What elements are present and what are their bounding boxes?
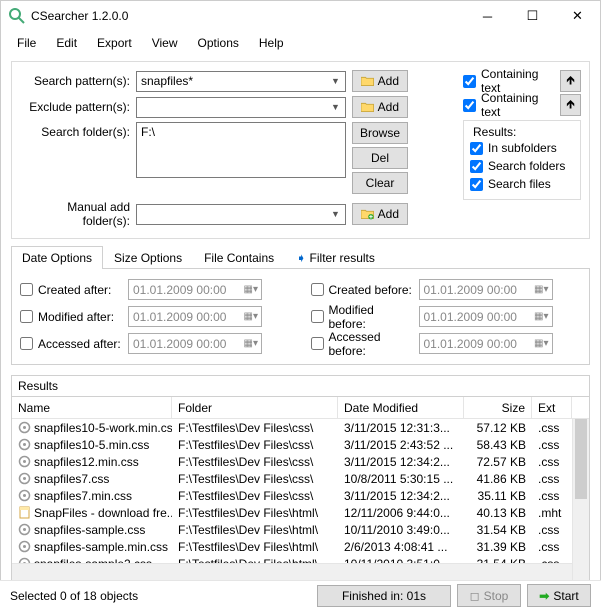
tab-file-contains[interactable]: File Contains xyxy=(193,246,285,269)
menu-view[interactable]: View xyxy=(142,33,188,53)
folder-icon xyxy=(361,101,374,113)
results-legend: Results: xyxy=(470,125,519,139)
accessed-before-check[interactable]: Accessed before: xyxy=(311,335,413,353)
results-panel: Results Name Folder Date Modified Size E… xyxy=(11,375,590,581)
col-name[interactable]: Name xyxy=(12,397,172,418)
search-files-check[interactable]: Search files xyxy=(470,175,574,193)
horizontal-scrollbar[interactable] xyxy=(12,563,589,580)
exclude-pattern-input[interactable]: ▼ xyxy=(136,97,346,118)
calendar-icon: ▦▾ xyxy=(244,338,258,349)
date-options-body: Created after: 01.01.2009 00:00▦▾ Created… xyxy=(11,269,590,365)
start-button[interactable]: ➡Start xyxy=(527,584,591,607)
filter-icon: ➧ xyxy=(296,251,306,265)
status-finished: Finished in: 01s xyxy=(317,585,451,607)
calendar-icon: ▦▾ xyxy=(534,284,548,295)
chevron-down-icon: ▼ xyxy=(328,76,343,86)
clear-button[interactable]: Clear xyxy=(352,172,408,194)
modified-after-input[interactable]: 01.01.2009 00:00▦▾ xyxy=(128,306,262,327)
table-row[interactable]: snapfiles-sample.cssF:\Testfiles\Dev Fil… xyxy=(12,521,589,538)
containing-text-check-2[interactable]: Containing text xyxy=(463,96,556,114)
folder-plus-icon xyxy=(361,208,374,220)
maximize-button[interactable]: ☐ xyxy=(510,2,555,30)
table-header: Name Folder Date Modified Size Ext xyxy=(12,397,589,419)
titlebar: CSearcher 1.2.0.0 ─ ☐ ✕ xyxy=(1,1,600,31)
created-before-check[interactable]: Created before: xyxy=(311,281,413,299)
calendar-icon: ▦▾ xyxy=(244,284,258,295)
manual-add-label: Manual add folder(s): xyxy=(20,200,136,228)
accessed-after-check[interactable]: Accessed after: xyxy=(20,335,122,353)
search-pattern-input[interactable]: snapfiles*▼ xyxy=(136,71,346,92)
col-size[interactable]: Size xyxy=(464,397,532,418)
close-button[interactable]: ✕ xyxy=(555,2,600,30)
menu-options[interactable]: Options xyxy=(188,33,249,53)
options-tabs: Date Options Size Options File Contains … xyxy=(11,245,590,269)
manual-add-input[interactable]: ▼ xyxy=(136,204,346,225)
results-options-group: Results: In subfolders Search folders Se… xyxy=(463,120,581,200)
browse-button[interactable]: Browse xyxy=(352,122,408,144)
search-panel: Search pattern(s): snapfiles*▼ Add Exclu… xyxy=(11,61,590,239)
search-folders-label: Search folder(s): xyxy=(20,122,136,139)
modified-before-input[interactable]: 01.01.2009 00:00▦▾ xyxy=(419,306,553,327)
tab-filter-results[interactable]: ➧ Filter results xyxy=(285,246,386,269)
menu-edit[interactable]: Edit xyxy=(46,33,87,53)
chevron-down-icon: ▼ xyxy=(328,209,343,219)
accessed-before-input[interactable]: 01.01.2009 00:00▦▾ xyxy=(419,333,553,354)
results-table: Name Folder Date Modified Size Ext snapf… xyxy=(12,396,589,580)
created-after-input[interactable]: 01.01.2009 00:00▦▾ xyxy=(128,279,262,300)
del-button[interactable]: Del xyxy=(352,147,408,169)
stop-icon: ◻ xyxy=(470,589,480,603)
table-row[interactable]: snapfiles7.min.cssF:\Testfiles\Dev Files… xyxy=(12,487,589,504)
accessed-after-input[interactable]: 01.01.2009 00:00▦▾ xyxy=(128,333,262,354)
calendar-icon: ▦▾ xyxy=(534,338,548,349)
add-exclude-button[interactable]: Add xyxy=(352,96,408,118)
folder-icon xyxy=(361,75,374,87)
status-selected: Selected 0 of 18 objects xyxy=(10,589,138,603)
calendar-icon: ▦▾ xyxy=(534,311,548,322)
minimize-button[interactable]: ─ xyxy=(465,2,510,30)
add-manual-button[interactable]: Add xyxy=(352,203,408,225)
modified-before-check[interactable]: Modified before: xyxy=(311,308,413,326)
search-patterns-label: Search pattern(s): xyxy=(20,74,136,88)
col-folder[interactable]: Folder xyxy=(172,397,338,418)
col-ext[interactable]: Ext xyxy=(532,397,572,418)
tab-size-options[interactable]: Size Options xyxy=(103,246,193,269)
statusbar: Selected 0 of 18 objects Finished in: 01… xyxy=(0,580,601,610)
arrow-up-icon: 🡹 xyxy=(566,71,575,92)
vertical-scrollbar[interactable] xyxy=(572,419,589,580)
exclude-patterns-label: Exclude pattern(s): xyxy=(20,100,136,114)
results-header: Results xyxy=(12,376,589,396)
table-body[interactable]: snapfiles10-5-work.min.cssF:\Testfiles\D… xyxy=(12,419,589,563)
table-row[interactable]: snapfiles12.min.cssF:\Testfiles\Dev File… xyxy=(12,453,589,470)
col-date[interactable]: Date Modified xyxy=(338,397,464,418)
created-after-check[interactable]: Created after: xyxy=(20,281,122,299)
stop-button[interactable]: ◻Stop xyxy=(457,584,521,607)
search-folders-list[interactable]: F:\ xyxy=(136,122,346,178)
window-title: CSearcher 1.2.0.0 xyxy=(31,9,465,23)
table-row[interactable]: snapfiles10-5-work.min.cssF:\Testfiles\D… xyxy=(12,419,589,436)
menu-export[interactable]: Export xyxy=(87,33,142,53)
menu-help[interactable]: Help xyxy=(249,33,294,53)
search-folders-check[interactable]: Search folders xyxy=(470,157,574,175)
tab-date-options[interactable]: Date Options xyxy=(11,246,103,269)
menubar: File Edit Export View Options Help xyxy=(1,31,600,55)
move-up-button-1[interactable]: 🡹 xyxy=(560,70,581,92)
play-icon: ➡ xyxy=(539,589,549,603)
move-up-button-2[interactable]: 🡹 xyxy=(560,94,581,116)
table-row[interactable]: snapfiles10-5.min.cssF:\Testfiles\Dev Fi… xyxy=(12,436,589,453)
calendar-icon: ▦▾ xyxy=(244,311,258,322)
arrow-up-icon: 🡹 xyxy=(566,95,575,116)
menu-file[interactable]: File xyxy=(7,33,46,53)
table-row[interactable]: snapfiles-sample.min.cssF:\Testfiles\Dev… xyxy=(12,538,589,555)
created-before-input[interactable]: 01.01.2009 00:00▦▾ xyxy=(419,279,553,300)
table-row[interactable]: SnapFiles - download fre...F:\Testfiles\… xyxy=(12,504,589,521)
table-row[interactable]: snapfiles-sample2.cssF:\Testfiles\Dev Fi… xyxy=(12,555,589,563)
containing-text-check-1[interactable]: Containing text xyxy=(463,72,556,90)
app-icon xyxy=(9,8,25,24)
in-subfolders-check[interactable]: In subfolders xyxy=(470,139,574,157)
table-row[interactable]: snapfiles7.cssF:\Testfiles\Dev Files\css… xyxy=(12,470,589,487)
modified-after-check[interactable]: Modified after: xyxy=(20,308,122,326)
add-pattern-button[interactable]: Add xyxy=(352,70,408,92)
chevron-down-icon: ▼ xyxy=(328,102,343,112)
